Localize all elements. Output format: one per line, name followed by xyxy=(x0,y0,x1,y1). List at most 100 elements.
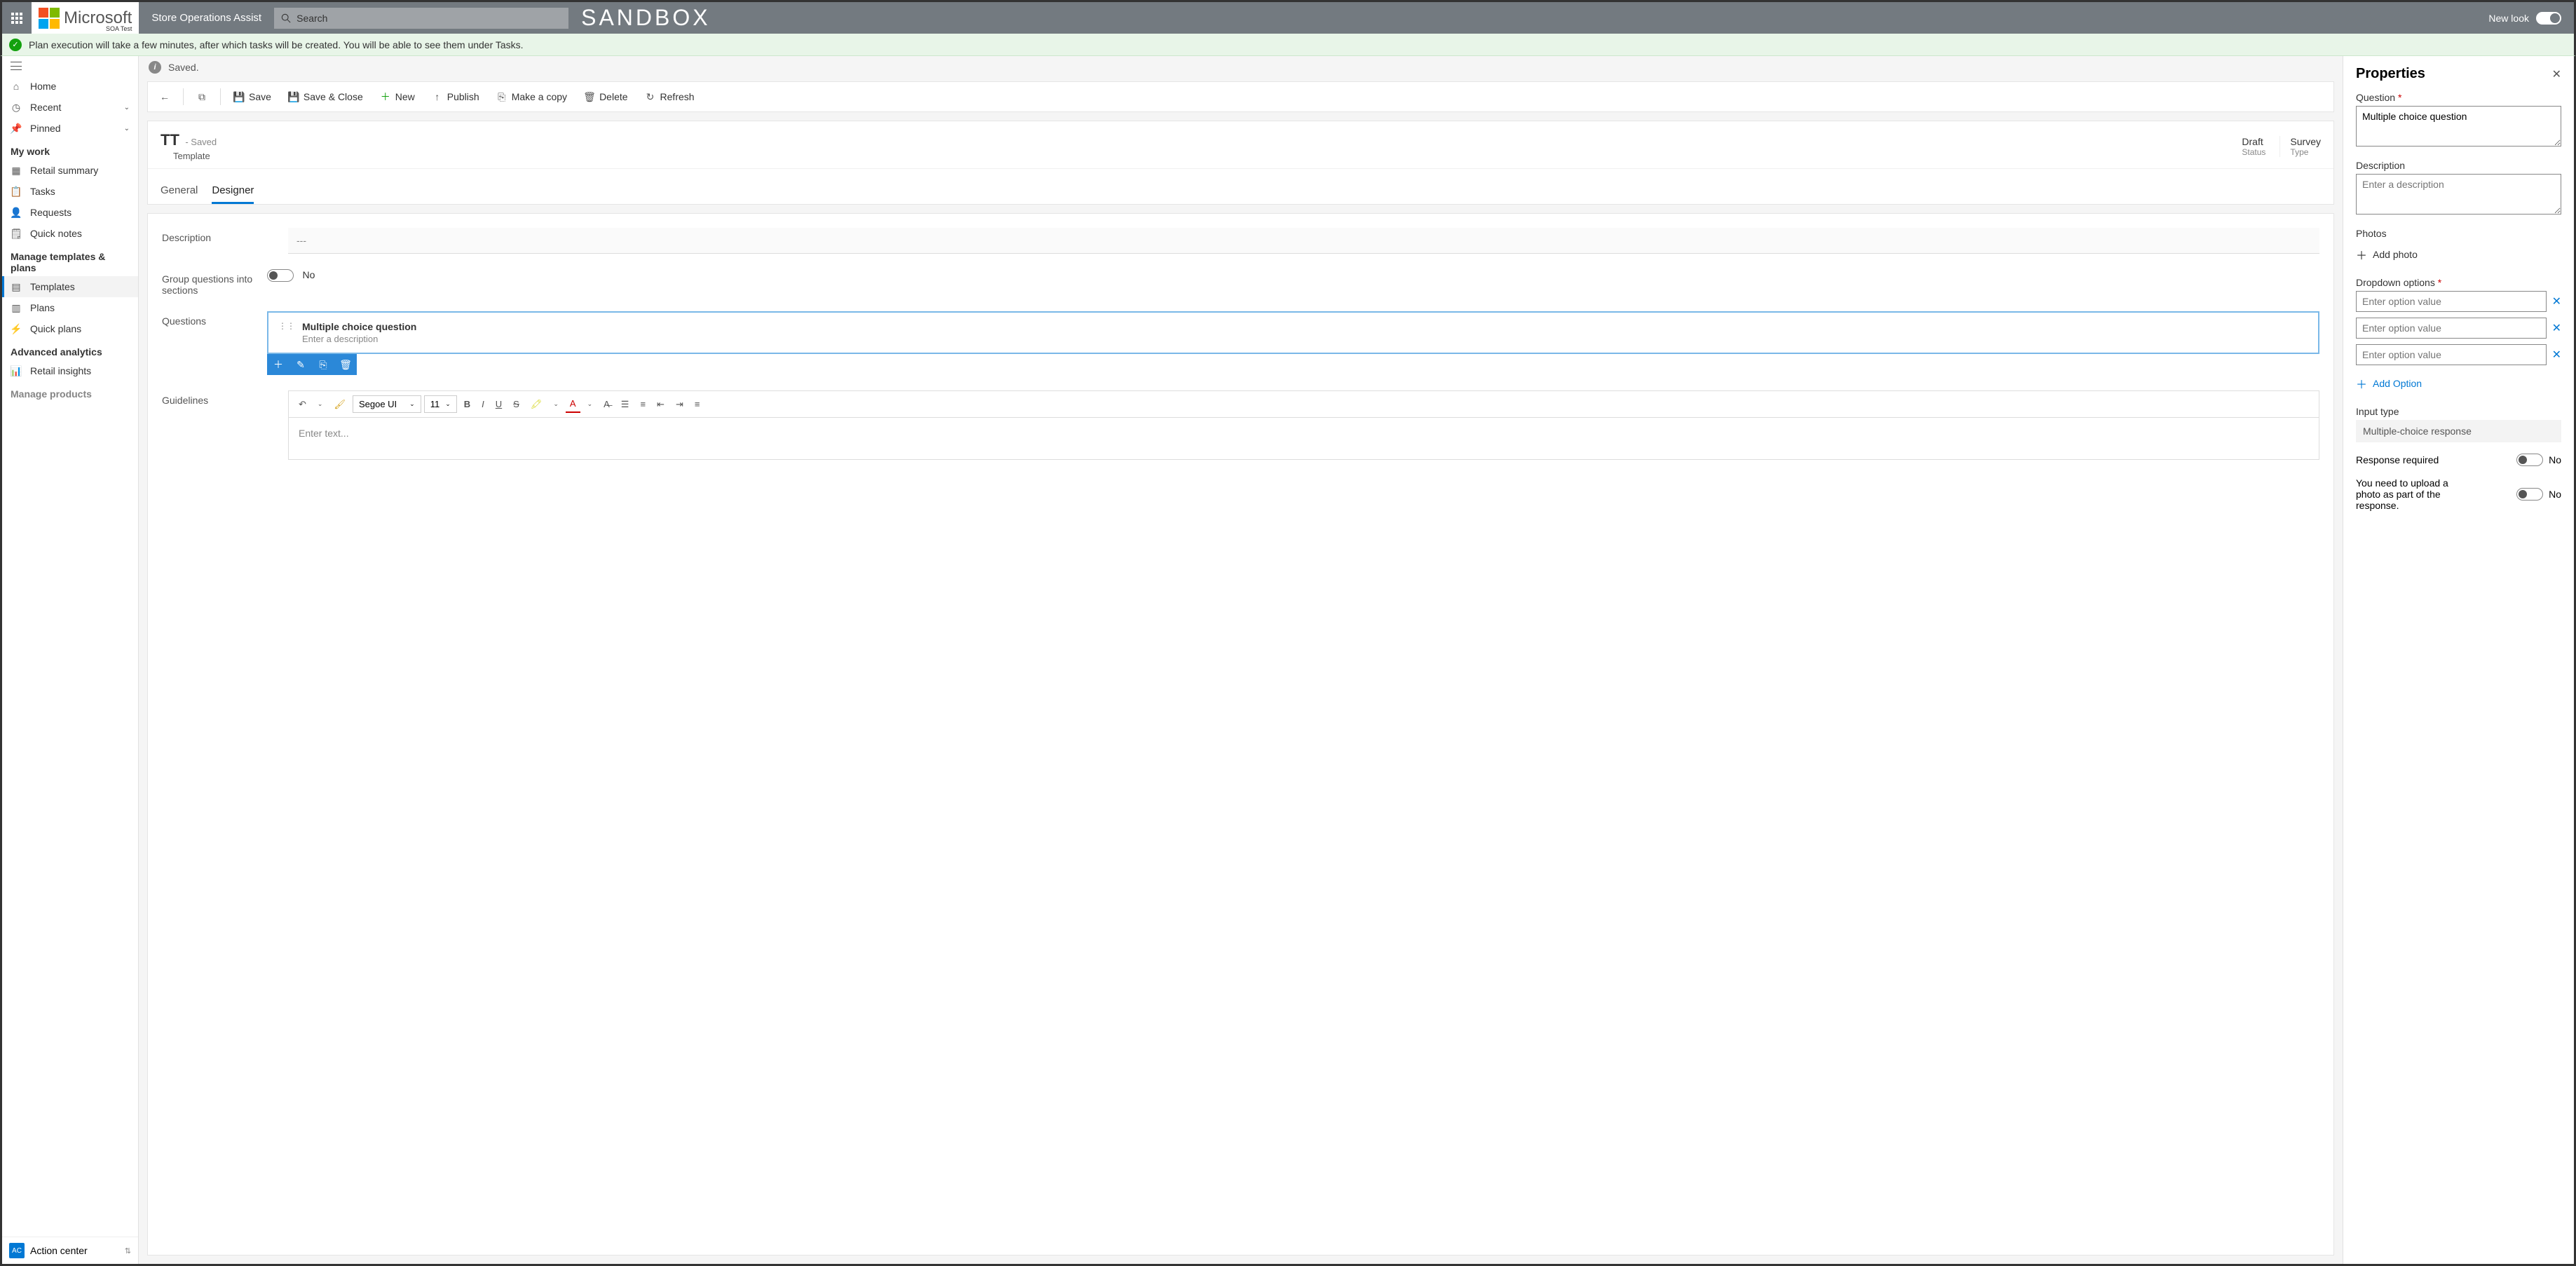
global-search[interactable] xyxy=(274,8,568,29)
bold-button[interactable]: B xyxy=(460,396,475,412)
template-icon: ▤ xyxy=(11,281,22,292)
nav-quick-notes[interactable]: 🗒 Quick notes xyxy=(2,223,138,244)
copy-button[interactable]: ⎘ Make a copy xyxy=(489,87,574,107)
nav-requests[interactable]: 👤 Requests xyxy=(2,202,138,223)
nav-label: Tasks xyxy=(30,186,55,197)
description-textarea[interactable] xyxy=(2356,174,2561,215)
tab-general[interactable]: General xyxy=(161,179,198,204)
nav-section-mywork: My work xyxy=(2,139,138,160)
search-input[interactable] xyxy=(297,13,561,24)
group-sections-value: No xyxy=(302,269,315,280)
insights-icon: 📊 xyxy=(11,365,22,376)
indent-button[interactable]: ⇥ xyxy=(672,396,688,413)
nav-label: Recent xyxy=(30,102,61,113)
upload-photo-toggle[interactable] xyxy=(2516,488,2543,501)
saved-text: Saved. xyxy=(168,62,199,73)
option-input[interactable] xyxy=(2356,318,2547,339)
format-painter-button[interactable]: 🖌 xyxy=(329,396,350,413)
highlight-button[interactable]: 🖍 xyxy=(526,396,547,413)
trash-icon: 🗑 xyxy=(584,91,595,102)
question-item[interactable]: ⋮⋮ Multiple choice question Enter a desc… xyxy=(267,311,2319,354)
option-row: ✕ xyxy=(2356,344,2561,365)
option-input[interactable] xyxy=(2356,344,2547,365)
option-input[interactable] xyxy=(2356,291,2547,312)
properties-panel: Properties ✕ Question * Description Phot… xyxy=(2343,56,2574,1264)
refresh-button[interactable]: ↻ Refresh xyxy=(638,87,702,107)
nav-plans[interactable]: ▥ Plans xyxy=(2,297,138,318)
pin-icon: 📌 xyxy=(11,123,22,134)
clock-icon: ◷ xyxy=(11,102,22,113)
highlight-dropdown[interactable]: ⌄ xyxy=(549,397,563,411)
question-field-label: Question * xyxy=(2356,92,2561,103)
remove-option-button[interactable]: ✕ xyxy=(2552,321,2561,335)
font-family-select[interactable]: Segoe UI ⌄ xyxy=(353,395,421,413)
sidebar-collapse-button[interactable] xyxy=(2,56,138,76)
group-sections-toggle[interactable] xyxy=(267,269,294,282)
nav-home[interactable]: ⌂ Home xyxy=(2,76,138,97)
app-launcher[interactable] xyxy=(2,2,32,34)
new-look-toggle[interactable] xyxy=(2536,12,2561,25)
sandbox-badge: SANDBOX xyxy=(581,5,710,31)
refresh-icon: ↻ xyxy=(645,91,656,102)
nav-retail-insights[interactable]: 📊 Retail insights xyxy=(2,360,138,381)
delete-question-button[interactable]: 🗑 xyxy=(334,354,357,375)
response-required-toggle[interactable] xyxy=(2516,454,2543,466)
font-size-select[interactable]: 11 ⌄ xyxy=(424,395,457,413)
option-row: ✕ xyxy=(2356,318,2561,339)
description-field-label: Description xyxy=(2356,160,2561,171)
delete-button[interactable]: 🗑 Delete xyxy=(577,87,634,107)
font-color-dropdown[interactable]: ⌄ xyxy=(583,397,597,411)
clear-format-button[interactable]: A̶ xyxy=(599,396,614,412)
italic-button[interactable]: I xyxy=(477,396,489,412)
question-textarea[interactable] xyxy=(2356,106,2561,147)
description-input[interactable]: --- xyxy=(288,228,2319,254)
tab-designer[interactable]: Designer xyxy=(212,179,254,204)
waffle-icon xyxy=(11,13,22,24)
open-new-window-button[interactable]: ⧉ xyxy=(189,87,214,107)
cmd-label: Save & Close xyxy=(304,91,363,102)
outdent-button[interactable]: ⇤ xyxy=(653,396,669,413)
nav-recent[interactable]: ◷ Recent ⌄ xyxy=(2,97,138,118)
guidelines-label: Guidelines xyxy=(162,390,288,406)
remove-option-button[interactable]: ✕ xyxy=(2552,294,2561,308)
drag-handle-icon[interactable]: ⋮⋮ xyxy=(278,321,295,331)
properties-title: Properties xyxy=(2356,66,2425,82)
remove-option-button[interactable]: ✕ xyxy=(2552,348,2561,362)
chart-icon: ▦ xyxy=(11,165,22,176)
publish-button[interactable]: ↑ Publish xyxy=(425,87,486,107)
save-button[interactable]: 💾 Save xyxy=(226,87,278,107)
nav-label: Retail insights xyxy=(30,365,91,376)
plus-icon: ＋ xyxy=(380,91,391,102)
add-option-button[interactable]: ＋ Add Option xyxy=(2356,371,2561,396)
add-question-button[interactable]: ＋ xyxy=(267,354,289,375)
undo-dropdown[interactable]: ⌄ xyxy=(313,397,327,411)
underline-button[interactable]: U xyxy=(491,396,506,412)
new-button[interactable]: ＋ New xyxy=(373,87,422,107)
number-list-button[interactable]: ≡ xyxy=(636,396,650,412)
bullet-list-button[interactable]: ☰ xyxy=(617,396,634,413)
plus-icon: ＋ xyxy=(2356,375,2367,392)
save-close-button[interactable]: 💾 Save & Close xyxy=(281,87,370,107)
nav-label: Pinned xyxy=(30,123,61,134)
duplicate-question-button[interactable]: ⎘ xyxy=(312,354,334,375)
back-button[interactable]: ← xyxy=(152,87,177,107)
edit-question-button[interactable]: ✎ xyxy=(289,354,312,375)
nav-retail-summary[interactable]: ▦ Retail summary xyxy=(2,160,138,181)
nav-templates[interactable]: ▤ Templates xyxy=(2,276,138,297)
question-toolbar: ＋ ✎ ⎘ 🗑 xyxy=(267,354,357,375)
add-photo-button[interactable]: ＋ Add photo xyxy=(2356,242,2561,267)
nav-tasks[interactable]: 📋 Tasks xyxy=(2,181,138,202)
action-center[interactable]: AC Action center ⇅ xyxy=(2,1237,138,1264)
font-color-button[interactable]: A xyxy=(566,395,580,413)
type-label: Type xyxy=(2290,147,2321,157)
strikethrough-button[interactable]: S xyxy=(509,396,524,412)
bolt-icon: ⚡ xyxy=(11,323,22,334)
app-header: Microsoft SOA Test Store Operations Assi… xyxy=(0,0,2576,34)
rte-editor[interactable]: Enter text... xyxy=(288,418,2319,460)
copy-icon: ⎘ xyxy=(496,91,507,102)
close-panel-button[interactable]: ✕ xyxy=(2552,67,2561,81)
nav-pinned[interactable]: 📌 Pinned ⌄ xyxy=(2,118,138,139)
align-button[interactable]: ≡ xyxy=(690,396,704,412)
nav-quick-plans[interactable]: ⚡ Quick plans xyxy=(2,318,138,339)
undo-button[interactable]: ↶ xyxy=(294,396,311,413)
